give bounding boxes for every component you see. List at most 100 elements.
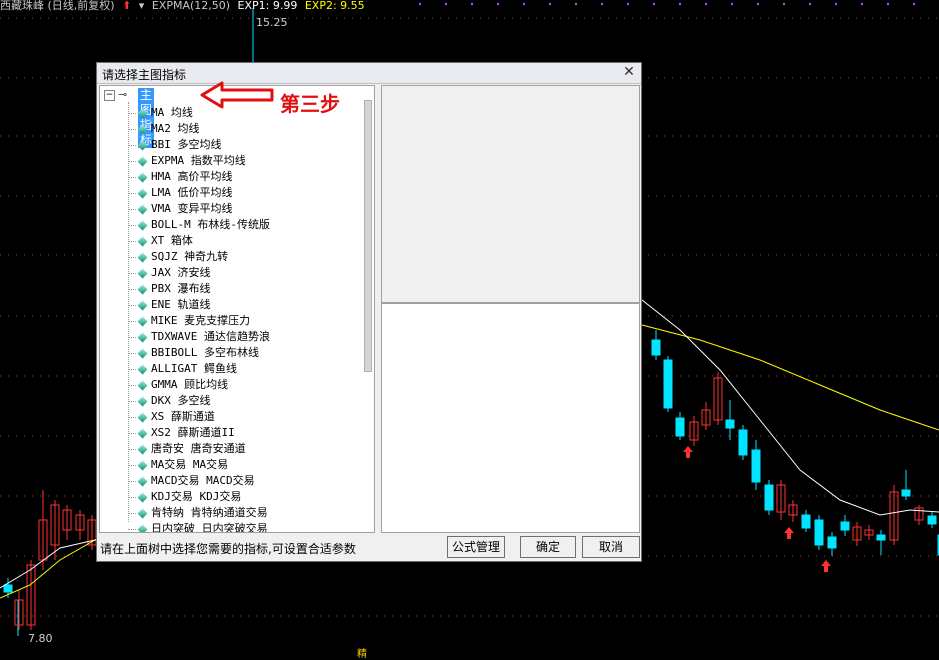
indicator-tree[interactable]: − ⊸ 主图指标 MA 均线 MA2 均线 BBI 多空均线 EXPMA 指数平均线 H… [99,85,375,533]
tree-branch-line [128,256,136,258]
exp2-value: EXP2: 9.55 [304,0,365,12]
candle-body [751,449,761,483]
tree-item-label: 日内突破 日内突破交易 [151,522,268,533]
tree-item[interactable]: GMMA 顾比均线 [128,377,270,393]
tree-item[interactable]: LMA 低价平均线 [128,185,270,201]
signal-dot [548,2,552,6]
tree-item[interactable]: ALLIGAT 鳄鱼线 [128,361,270,377]
signal-dot [626,2,630,6]
tree-item[interactable]: 唐奇安 唐奇安通道 [128,441,270,457]
tree-item[interactable]: MIKE 麦克支撑压力 [128,313,270,329]
signal-dot [782,2,786,6]
tree-item-label: JAX 济安线 [151,266,211,279]
low-price-label: 7.80 [28,632,53,645]
tree-branch-line [128,224,136,226]
buy-signal-icon [821,560,831,572]
signal-dot [730,2,734,6]
tree-item[interactable]: MA交易 MA交易 [128,457,270,473]
signal-dot [860,2,864,6]
tree-branch-line [128,416,136,418]
buy-signal-icon [683,446,693,458]
tree-scrollbar[interactable] [362,100,372,520]
tree-item[interactable]: EXPMA 指数平均线 [128,153,270,169]
tree-item-label: GMMA 顾比均线 [151,378,229,391]
indicator-gem-icon [137,412,148,422]
tree-branch-line [128,160,136,162]
ok-button[interactable]: 确定 [520,536,576,558]
tree-item[interactable]: 肯特纳 肯特纳通道交易 [128,505,270,521]
indicator-gem-icon [137,428,148,438]
tree-item[interactable]: KDJ交易 KDJ交易 [128,489,270,505]
tree-item[interactable]: HMA 高价平均线 [128,169,270,185]
tree-item-label: LMA 低价平均线 [151,186,233,199]
indicator-gem-icon [137,268,148,278]
tree-item[interactable]: MACD交易 MACD交易 [128,473,270,489]
indicator-gem-icon [137,476,148,486]
tree-branch-line [128,432,136,434]
tree-branch-line [128,144,136,146]
tree-branch-line [128,512,136,514]
tree-branch-line [128,448,136,450]
tree-item-label: BBI 多空均线 [151,138,222,151]
tree-branch-line [128,352,136,354]
tree-branch-line [128,272,136,274]
tree-item[interactable]: TDXWAVE 通达信趋势浪 [128,329,270,345]
signal-dot [522,2,526,6]
tree-item[interactable]: 日内突破 日内突破交易 [128,521,270,533]
candle-body [675,417,685,437]
signal-dot [756,2,760,6]
indicator-gem-icon [137,508,148,518]
tree-item-label: BOLL-M 布林线-传统版 [151,218,270,231]
tree-item[interactable]: XT 箱体 [128,233,270,249]
tree-item-label: MIKE 麦克支撑压力 [151,314,251,327]
indicator-gem-icon [137,252,148,262]
status-text: 请在上面树中选择您需要的指标,可设置合适参数 [100,542,356,556]
tree-branch-line [128,400,136,402]
high-price-label: 15.25 [256,16,288,29]
indicator-gem-icon [137,300,148,310]
tree-item[interactable]: ENE 轨道线 [128,297,270,313]
indicator-preview-panel [381,85,640,303]
tree-item[interactable]: DKX 多空线 [128,393,270,409]
collapse-icon[interactable]: − [104,90,115,101]
select-indicator-dialog[interactable]: 请选择主图指标 ✕ − ⊸ 主图指标 MA 均线 MA2 均线 BBI 多空均线 EX… [96,62,642,562]
chart-header: 西藏珠峰 (日线,前复权) ⬆ ▾ EXPMA(12,50) EXP1: 9.9… [0,0,369,14]
indicator-toggle-icon[interactable]: ▾ [139,0,145,12]
tree-item[interactable]: BBI 多空均线 [128,137,270,153]
candle-body [840,521,850,531]
tree-item-label: PBX 瀑布线 [151,282,211,295]
candle-body [927,515,937,525]
close-icon[interactable]: ✕ [621,64,637,80]
scrollbar-thumb[interactable] [364,100,372,372]
indicator-gem-icon [137,236,148,246]
tree-item[interactable]: MA2 均线 [128,121,270,137]
formula-manage-button[interactable]: 公式管理 [447,536,505,558]
tree-branch-line [128,240,136,242]
cancel-button[interactable]: 取消 [582,536,640,558]
tree-item[interactable]: PBX 瀑布线 [128,281,270,297]
indicator-description-panel [381,303,640,533]
indicator-gem-icon [137,444,148,454]
indicator-gem-icon [137,460,148,470]
tree-item[interactable]: XS2 薛斯通道II [128,425,270,441]
step-three-annotation: 第三步 [280,92,340,116]
candle-body [738,429,748,456]
tree-item-label: MA交易 MA交易 [151,458,229,471]
tree-item-label: XS2 薛斯通道II [151,426,235,439]
candle-body [814,519,824,546]
tree-item[interactable]: BOLL-M 布林线-传统版 [128,217,270,233]
tree-item[interactable]: SQJZ 神奇九转 [128,249,270,265]
indicator-gem-icon [137,172,148,182]
tree-branch-line [128,192,136,194]
indicator-gem-icon [137,524,148,532]
tree-item[interactable]: VMA 变异平均线 [128,201,270,217]
indicator-gem-icon [137,332,148,342]
indicator-gem-icon [137,348,148,358]
tree-item-label: SQJZ 神奇九转 [151,250,229,263]
key-icon: ⊸ [118,88,128,101]
tree-item[interactable]: JAX 济安线 [128,265,270,281]
tree-item[interactable]: XS 薛斯通道 [128,409,270,425]
tree-item[interactable]: BBIBOLL 多空布林线 [128,345,270,361]
dialog-titlebar[interactable]: 请选择主图指标 ✕ [97,63,641,84]
tree-item-label: BBIBOLL 多空布林线 [151,346,259,359]
